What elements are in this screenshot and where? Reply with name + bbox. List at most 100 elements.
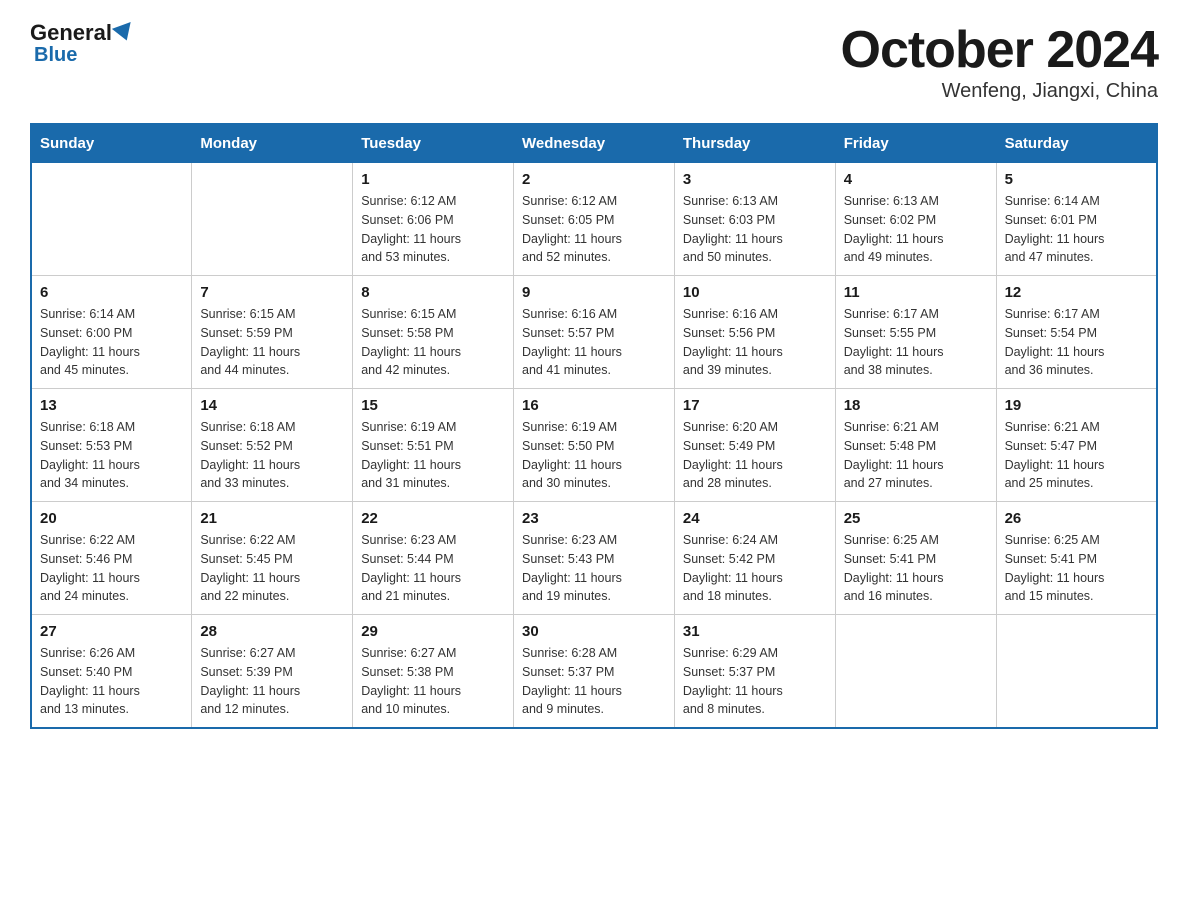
day-info: Sunrise: 6:18 AMSunset: 5:52 PMDaylight:…: [200, 418, 344, 493]
day-info: Sunrise: 6:27 AMSunset: 5:39 PMDaylight:…: [200, 644, 344, 719]
logo-blue-text: Blue: [34, 44, 77, 67]
calendar-week-row: 13Sunrise: 6:18 AMSunset: 5:53 PMDayligh…: [31, 389, 1157, 502]
day-number: 31: [683, 623, 827, 640]
day-info: Sunrise: 6:17 AMSunset: 5:55 PMDaylight:…: [844, 305, 988, 380]
calendar-day-cell: 19 Sunrise: 6:21 AMSunset: 5:47 PMDayligh…: [996, 389, 1157, 502]
calendar-day-header: Monday: [192, 124, 353, 163]
page-subtitle: Wenfeng, Jiangxi, China: [841, 80, 1159, 103]
day-info: Sunrise: 6:28 AMSunset: 5:37 PMDaylight:…: [522, 644, 666, 719]
day-number: 30: [522, 623, 666, 640]
calendar-day-cell: 24 Sunrise: 6:24 AMSunset: 5:42 PMDayligh…: [674, 502, 835, 615]
calendar-day-cell: 29Sunrise: 6:27 AMSunset: 5:38 PMDayligh…: [353, 615, 514, 729]
day-number: 21: [200, 510, 344, 527]
day-info: Sunrise: 6:15 AMSunset: 5:59 PMDaylight:…: [200, 305, 344, 380]
calendar-day-cell: [835, 615, 996, 729]
day-info: Sunrise: 6:22 AMSunset: 5:46 PMDaylight:…: [40, 531, 183, 606]
calendar-day-cell: 28 Sunrise: 6:27 AMSunset: 5:39 PMDayligh…: [192, 615, 353, 729]
calendar-day-cell: 21 Sunrise: 6:22 AMSunset: 5:45 PMDayligh…: [192, 502, 353, 615]
day-info: Sunrise: 6:19 AMSunset: 5:51 PMDaylight:…: [361, 418, 505, 493]
calendar-day-header: Sunday: [31, 124, 192, 163]
day-info: Sunrise: 6:16 AMSunset: 5:57 PMDaylight:…: [522, 305, 666, 380]
logo-general-text: General: [30, 20, 112, 46]
day-number: 6: [40, 284, 183, 301]
day-number: 4: [844, 171, 988, 188]
day-info: Sunrise: 6:14 AMSunset: 6:00 PMDaylight:…: [40, 305, 183, 380]
calendar-week-row: 20 Sunrise: 6:22 AMSunset: 5:46 PMDayligh…: [31, 502, 1157, 615]
page-header: General Blue October 2024 Wenfeng, Jiang…: [30, 20, 1158, 103]
calendar-day-cell: 7 Sunrise: 6:15 AMSunset: 5:59 PMDaylight…: [192, 276, 353, 389]
day-number: 20: [40, 510, 183, 527]
day-number: 9: [522, 284, 666, 301]
day-number: 18: [844, 397, 988, 414]
calendar-day-header: Wednesday: [514, 124, 675, 163]
day-info: Sunrise: 6:17 AMSunset: 5:54 PMDaylight:…: [1005, 305, 1148, 380]
calendar-day-cell: 5 Sunrise: 6:14 AMSunset: 6:01 PMDaylight…: [996, 163, 1157, 276]
calendar-day-cell: 12 Sunrise: 6:17 AMSunset: 5:54 PMDayligh…: [996, 276, 1157, 389]
day-info: Sunrise: 6:23 AMSunset: 5:43 PMDaylight:…: [522, 531, 666, 606]
logo-triangle-icon: [112, 22, 136, 44]
day-info: Sunrise: 6:12 AMSunset: 6:05 PMDaylight:…: [522, 192, 666, 267]
calendar-day-cell: 14Sunrise: 6:18 AMSunset: 5:52 PMDayligh…: [192, 389, 353, 502]
day-info: Sunrise: 6:24 AMSunset: 5:42 PMDaylight:…: [683, 531, 827, 606]
calendar-day-header: Thursday: [674, 124, 835, 163]
day-info: Sunrise: 6:13 AMSunset: 6:03 PMDaylight:…: [683, 192, 827, 267]
calendar-day-cell: 16 Sunrise: 6:19 AMSunset: 5:50 PMDayligh…: [514, 389, 675, 502]
day-info: Sunrise: 6:20 AMSunset: 5:49 PMDaylight:…: [683, 418, 827, 493]
day-number: 17: [683, 397, 827, 414]
calendar-day-cell: 25 Sunrise: 6:25 AMSunset: 5:41 PMDayligh…: [835, 502, 996, 615]
calendar-day-cell: [192, 163, 353, 276]
calendar-day-cell: 9 Sunrise: 6:16 AMSunset: 5:57 PMDaylight…: [514, 276, 675, 389]
day-number: 1: [361, 171, 505, 188]
logo: General Blue: [30, 20, 134, 67]
calendar-day-cell: 20 Sunrise: 6:22 AMSunset: 5:46 PMDayligh…: [31, 502, 192, 615]
calendar-day-header: Saturday: [996, 124, 1157, 163]
day-number: 10: [683, 284, 827, 301]
day-number: 19: [1005, 397, 1148, 414]
calendar-day-cell: 18 Sunrise: 6:21 AMSunset: 5:48 PMDayligh…: [835, 389, 996, 502]
calendar-day-cell: 11 Sunrise: 6:17 AMSunset: 5:55 PMDayligh…: [835, 276, 996, 389]
day-number: 16: [522, 397, 666, 414]
calendar-day-cell: [31, 163, 192, 276]
day-number: 7: [200, 284, 344, 301]
day-info: Sunrise: 6:25 AMSunset: 5:41 PMDaylight:…: [1005, 531, 1148, 606]
day-number: 13: [40, 397, 183, 414]
calendar-day-cell: 2Sunrise: 6:12 AMSunset: 6:05 PMDaylight…: [514, 163, 675, 276]
calendar-day-cell: 15 Sunrise: 6:19 AMSunset: 5:51 PMDayligh…: [353, 389, 514, 502]
calendar-day-cell: 1 Sunrise: 6:12 AMSunset: 6:06 PMDaylight…: [353, 163, 514, 276]
day-info: Sunrise: 6:12 AMSunset: 6:06 PMDaylight:…: [361, 192, 505, 267]
day-number: 5: [1005, 171, 1148, 188]
day-info: Sunrise: 6:19 AMSunset: 5:50 PMDaylight:…: [522, 418, 666, 493]
calendar-header-row: SundayMondayTuesdayWednesdayThursdayFrid…: [31, 124, 1157, 163]
day-info: Sunrise: 6:23 AMSunset: 5:44 PMDaylight:…: [361, 531, 505, 606]
calendar-day-cell: 22Sunrise: 6:23 AMSunset: 5:44 PMDayligh…: [353, 502, 514, 615]
day-number: 3: [683, 171, 827, 188]
day-number: 24: [683, 510, 827, 527]
calendar-day-cell: 6 Sunrise: 6:14 AMSunset: 6:00 PMDaylight…: [31, 276, 192, 389]
day-number: 12: [1005, 284, 1148, 301]
calendar-table: SundayMondayTuesdayWednesdayThursdayFrid…: [30, 123, 1158, 729]
calendar-day-cell: 10Sunrise: 6:16 AMSunset: 5:56 PMDayligh…: [674, 276, 835, 389]
day-info: Sunrise: 6:27 AMSunset: 5:38 PMDaylight:…: [361, 644, 505, 719]
day-info: Sunrise: 6:21 AMSunset: 5:48 PMDaylight:…: [844, 418, 988, 493]
page-title: October 2024: [841, 20, 1159, 80]
day-info: Sunrise: 6:26 AMSunset: 5:40 PMDaylight:…: [40, 644, 183, 719]
calendar-day-cell: 26 Sunrise: 6:25 AMSunset: 5:41 PMDayligh…: [996, 502, 1157, 615]
day-number: 15: [361, 397, 505, 414]
calendar-week-row: 27Sunrise: 6:26 AMSunset: 5:40 PMDayligh…: [31, 615, 1157, 729]
calendar-day-cell: 13Sunrise: 6:18 AMSunset: 5:53 PMDayligh…: [31, 389, 192, 502]
calendar-week-row: 1 Sunrise: 6:12 AMSunset: 6:06 PMDaylight…: [31, 163, 1157, 276]
day-info: Sunrise: 6:29 AMSunset: 5:37 PMDaylight:…: [683, 644, 827, 719]
day-number: 11: [844, 284, 988, 301]
calendar-day-cell: 17 Sunrise: 6:20 AMSunset: 5:49 PMDayligh…: [674, 389, 835, 502]
day-info: Sunrise: 6:13 AMSunset: 6:02 PMDaylight:…: [844, 192, 988, 267]
day-info: Sunrise: 6:22 AMSunset: 5:45 PMDaylight:…: [200, 531, 344, 606]
day-number: 26: [1005, 510, 1148, 527]
day-info: Sunrise: 6:14 AMSunset: 6:01 PMDaylight:…: [1005, 192, 1148, 267]
day-number: 28: [200, 623, 344, 640]
day-number: 25: [844, 510, 988, 527]
calendar-day-cell: 31 Sunrise: 6:29 AMSunset: 5:37 PMDayligh…: [674, 615, 835, 729]
day-info: Sunrise: 6:25 AMSunset: 5:41 PMDaylight:…: [844, 531, 988, 606]
calendar-day-cell: 30 Sunrise: 6:28 AMSunset: 5:37 PMDayligh…: [514, 615, 675, 729]
calendar-day-cell: [996, 615, 1157, 729]
day-info: Sunrise: 6:21 AMSunset: 5:47 PMDaylight:…: [1005, 418, 1148, 493]
